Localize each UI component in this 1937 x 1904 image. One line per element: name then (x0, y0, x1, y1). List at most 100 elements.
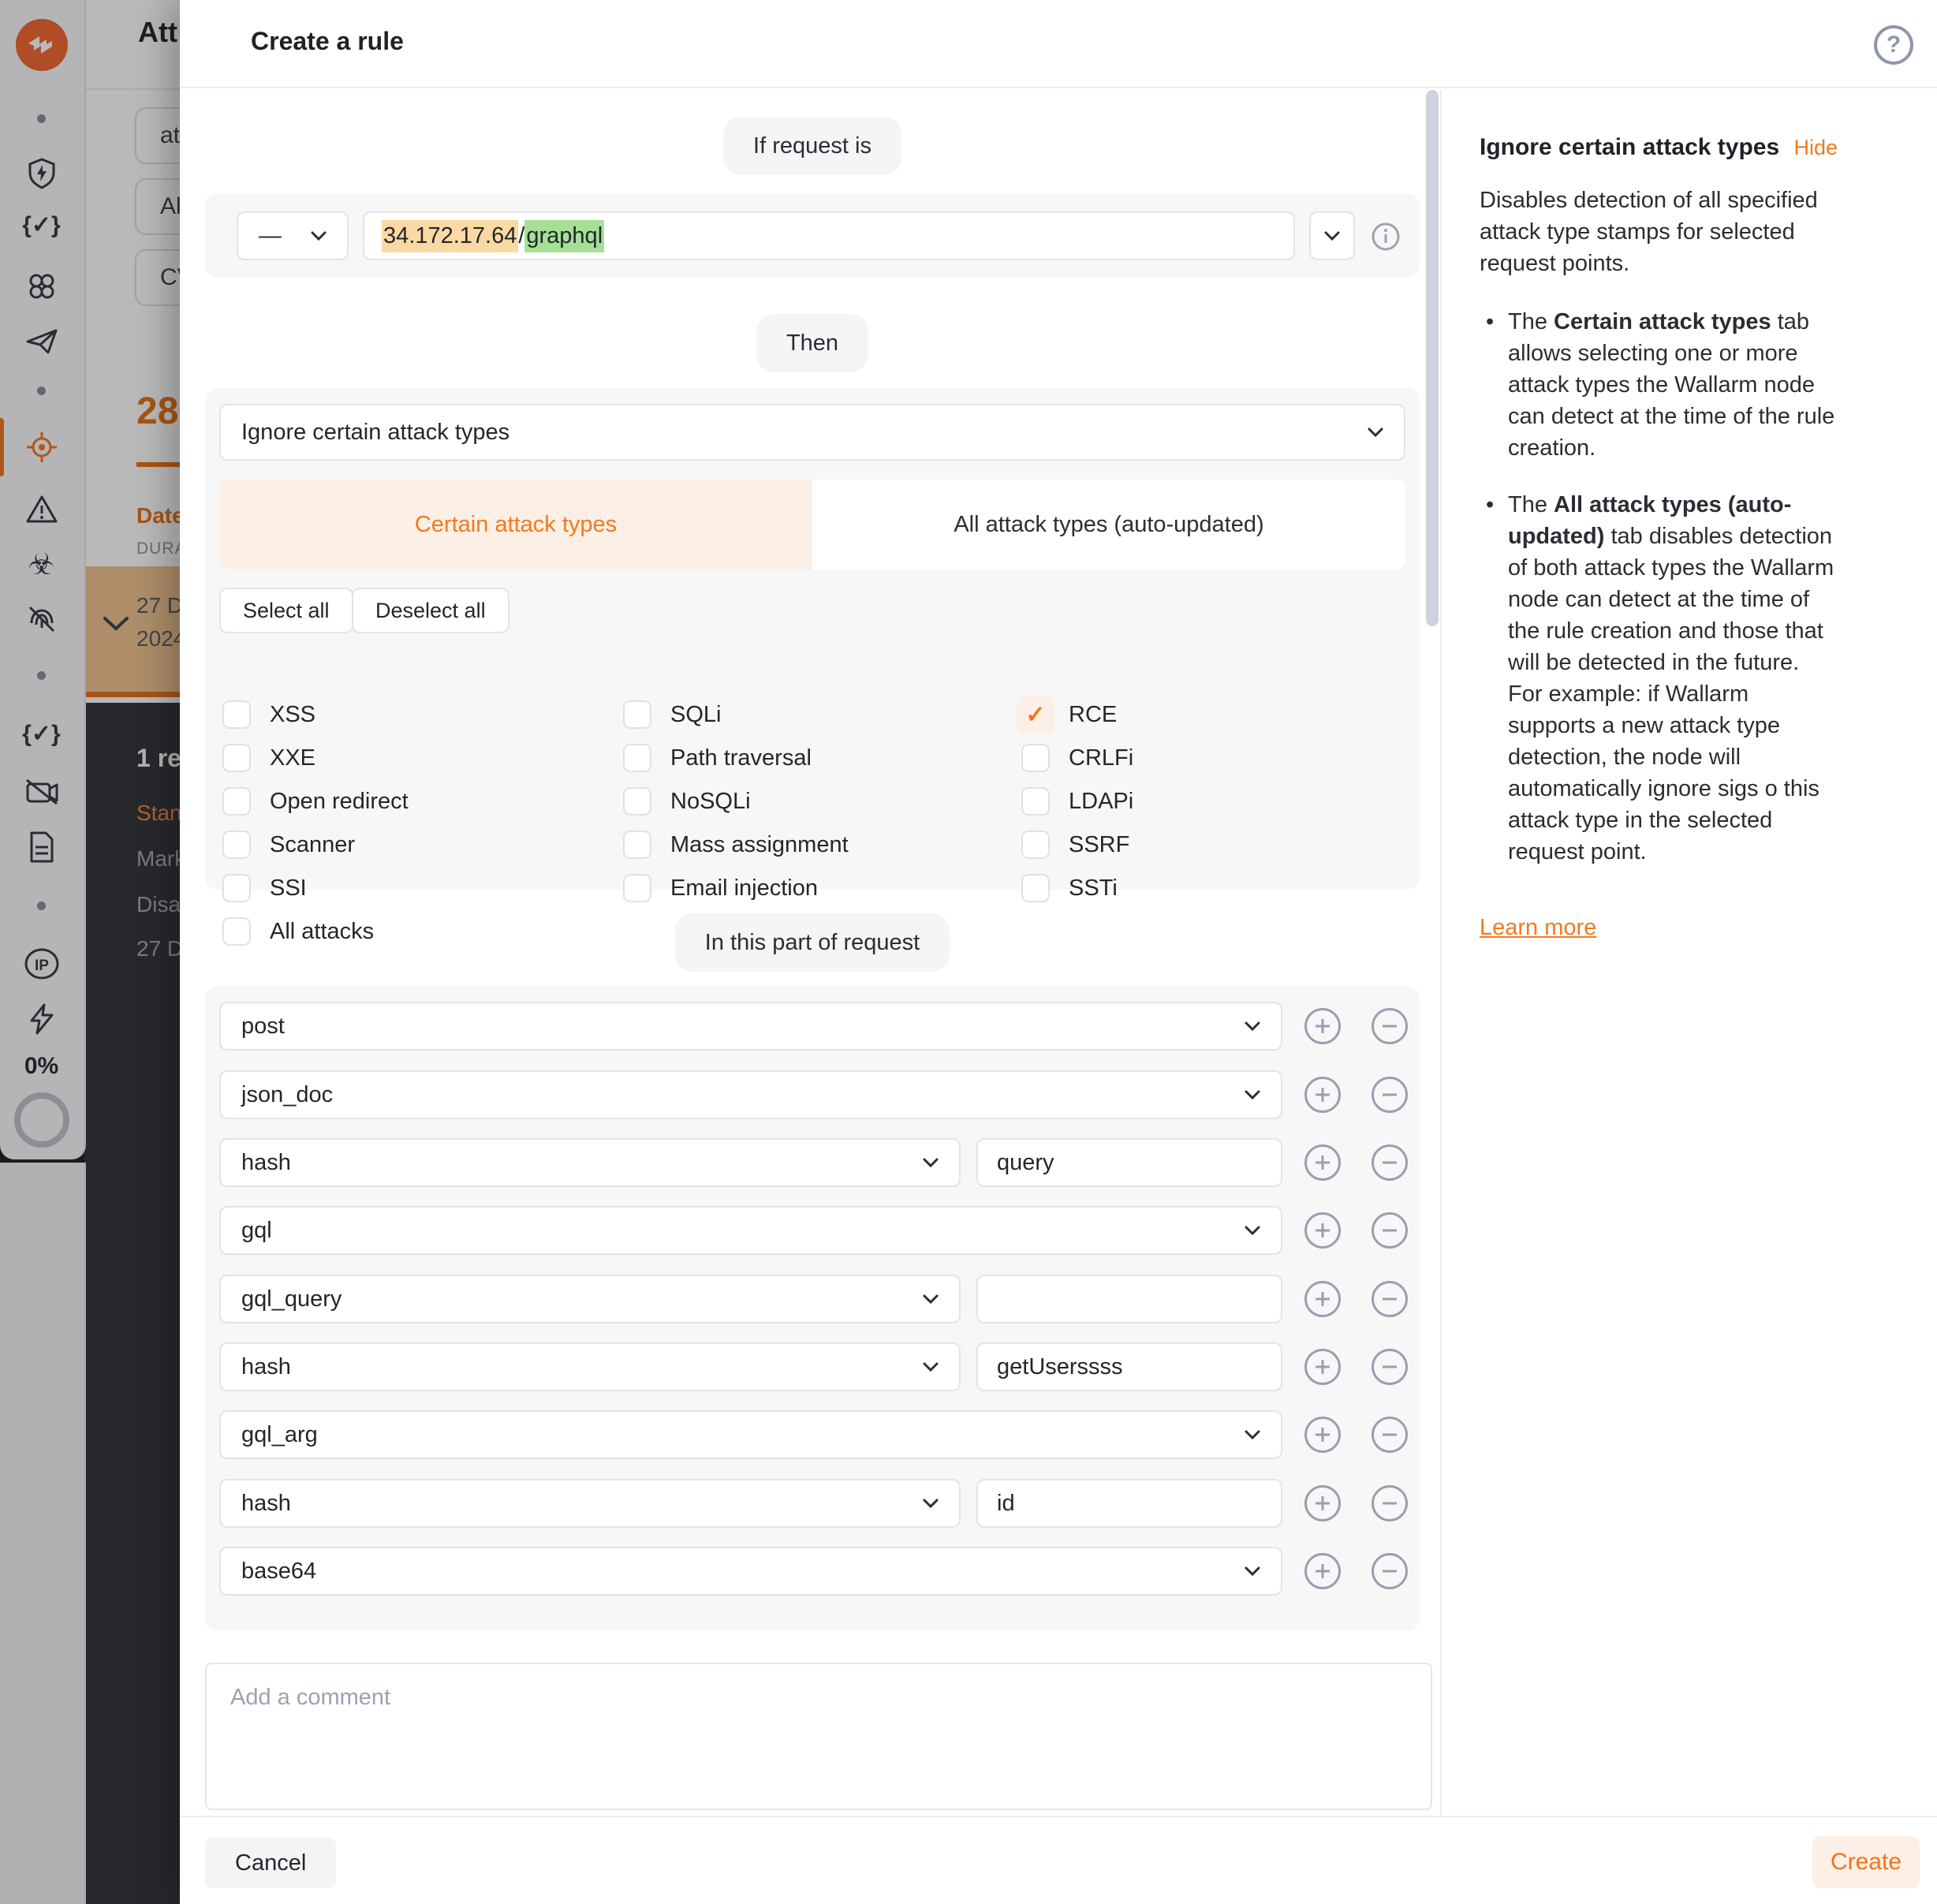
learn-more-link[interactable]: Learn more (1480, 915, 1596, 941)
request-part-select[interactable]: json_doc (219, 1070, 1282, 1119)
checkbox-icon[interactable] (222, 831, 251, 859)
checkbox-icon[interactable] (1021, 874, 1050, 902)
remove-part-button[interactable] (1372, 1349, 1408, 1385)
attack-checkbox-ldapi[interactable]: LDAPi (1021, 787, 1133, 816)
checkbox-icon[interactable] (222, 874, 251, 902)
add-part-button[interactable] (1304, 1008, 1341, 1044)
checkbox-icon[interactable] (623, 787, 651, 816)
request-part-value-input[interactable] (976, 1138, 1282, 1187)
chevron-down-icon (1245, 1430, 1260, 1440)
request-part-select[interactable]: gql_query (219, 1275, 961, 1323)
attack-checkbox-ssi[interactable]: SSI (222, 874, 307, 902)
checkbox-icon[interactable] (1021, 831, 1050, 859)
checkbox-icon[interactable] (222, 917, 251, 946)
remove-part-button[interactable] (1372, 1008, 1408, 1044)
add-part-button[interactable] (1304, 1349, 1341, 1385)
checkbox-icon[interactable] (623, 831, 651, 859)
request-part-select[interactable]: base64 (219, 1547, 1282, 1596)
request-part-select[interactable]: gql_arg (219, 1410, 1282, 1459)
remove-part-button[interactable] (1372, 1212, 1408, 1249)
part-of-request-pill: In this part of request (675, 913, 950, 972)
checkbox-icon[interactable] (623, 700, 651, 729)
attack-checkbox-crlfi[interactable]: CRLFi (1021, 744, 1133, 772)
remove-part-button[interactable] (1372, 1144, 1408, 1181)
checkbox-icon[interactable] (623, 874, 651, 902)
checkbox-icon[interactable] (222, 744, 251, 772)
attack-checkbox-xss[interactable]: XSS (222, 700, 315, 729)
add-part-button[interactable] (1304, 1144, 1341, 1181)
request-part-select[interactable]: hash (219, 1342, 961, 1391)
add-part-button[interactable] (1304, 1553, 1341, 1589)
attack-checkbox-ssrf[interactable]: SSRF (1021, 831, 1129, 859)
remove-part-button[interactable] (1372, 1281, 1408, 1317)
add-part-button[interactable] (1304, 1485, 1341, 1521)
request-part-value-input[interactable] (976, 1275, 1282, 1323)
deselect-all-button[interactable]: Deselect all (352, 588, 509, 633)
modal-header: Create a rule ? (180, 0, 1937, 88)
checkbox-checked-icon[interactable] (1017, 696, 1054, 734)
create-button[interactable]: Create (1812, 1836, 1920, 1888)
attack-checkbox-rce[interactable]: RCE (1021, 700, 1117, 729)
svg-text:?: ? (1887, 32, 1901, 58)
checkbox-icon[interactable] (222, 787, 251, 816)
uri-condition-card: — 34.172.17.64 / graphql (205, 193, 1420, 278)
remove-part-button[interactable] (1372, 1077, 1408, 1113)
request-part-select[interactable]: post (219, 1002, 1282, 1051)
checkbox-icon[interactable] (1021, 744, 1050, 772)
remove-part-button[interactable] (1372, 1485, 1408, 1521)
help-bullet: The Certain attack types tab allows sele… (1480, 306, 1838, 464)
remove-part-button[interactable] (1372, 1417, 1408, 1453)
attack-checkbox-all-attacks[interactable]: All attacks (222, 917, 374, 946)
request-part-select[interactable]: hash (219, 1479, 961, 1528)
help-bullet: The All attack types (auto-updated) tab … (1480, 489, 1838, 868)
request-part-select[interactable]: hash (219, 1138, 961, 1187)
request-part-value-input[interactable] (976, 1479, 1282, 1528)
select-all-button[interactable]: Select all (219, 588, 353, 633)
chevron-down-icon (923, 1362, 939, 1372)
uri-expand-button[interactable] (1309, 211, 1355, 260)
help-icon[interactable]: ? (1872, 24, 1915, 66)
add-part-button[interactable] (1304, 1417, 1341, 1453)
attack-checkbox-path-traversal[interactable]: Path traversal (623, 744, 812, 772)
rule-action-select[interactable]: Ignore certain attack types (219, 404, 1405, 461)
attack-checkbox-scanner[interactable]: Scanner (222, 831, 355, 859)
info-icon[interactable] (1371, 222, 1401, 252)
uri-host-token: 34.172.17.64 (382, 220, 518, 252)
request-part-value-input[interactable] (976, 1342, 1282, 1391)
checkbox-icon[interactable] (623, 744, 651, 772)
checkbox-icon[interactable] (1021, 787, 1050, 816)
chevron-down-icon (923, 1499, 939, 1509)
tab-certain-attack-types[interactable]: Certain attack types (219, 480, 812, 569)
hide-help-link[interactable]: Hide (1793, 136, 1838, 160)
attack-checkbox-nosqli[interactable]: NoSQLi (623, 787, 751, 816)
attack-checkbox-xxe[interactable]: XXE (222, 744, 315, 772)
attack-checkbox-sqli[interactable]: SQLi (623, 700, 721, 729)
cancel-button[interactable]: Cancel (205, 1838, 336, 1888)
checkbox-icon[interactable] (222, 700, 251, 729)
request-parts-card: post json_doc hash gql gql_query hash gq… (205, 986, 1420, 1631)
chevron-down-icon (1368, 427, 1383, 438)
chevron-down-icon (923, 1158, 939, 1168)
add-part-button[interactable] (1304, 1212, 1341, 1249)
attack-checkbox-ssti[interactable]: SSTi (1021, 874, 1118, 902)
attack-types-tabs: Certain attack types All attack types (a… (219, 480, 1405, 569)
chevron-down-icon (1245, 1021, 1260, 1032)
create-rule-modal: Create a rule ? If request is — 34.172.1… (180, 0, 1937, 1904)
attack-checkbox-email-injection[interactable]: Email injection (623, 874, 818, 902)
request-part-select[interactable]: gql (219, 1206, 1282, 1255)
remove-part-button[interactable] (1372, 1553, 1408, 1589)
then-pill: Then (756, 314, 868, 372)
action-card: Ignore certain attack types Certain atta… (205, 388, 1420, 890)
tab-all-attack-types[interactable]: All attack types (auto-updated) (812, 480, 1405, 569)
modal-scrollbar[interactable] (1426, 90, 1439, 626)
add-part-button[interactable] (1304, 1281, 1341, 1317)
attack-checkbox-open-redirect[interactable]: Open redirect (222, 787, 409, 816)
help-panel-title: Ignore certain attack types (1480, 134, 1779, 161)
help-panel: Ignore certain attack types Hide Disable… (1440, 90, 1937, 1816)
uri-operator-select[interactable]: — (237, 211, 349, 260)
chevron-down-icon (1245, 1090, 1260, 1100)
comment-textarea[interactable] (205, 1663, 1432, 1810)
uri-value-input[interactable]: 34.172.17.64 / graphql (363, 211, 1295, 260)
add-part-button[interactable] (1304, 1077, 1341, 1113)
attack-checkbox-mass-assignment[interactable]: Mass assignment (623, 831, 849, 859)
